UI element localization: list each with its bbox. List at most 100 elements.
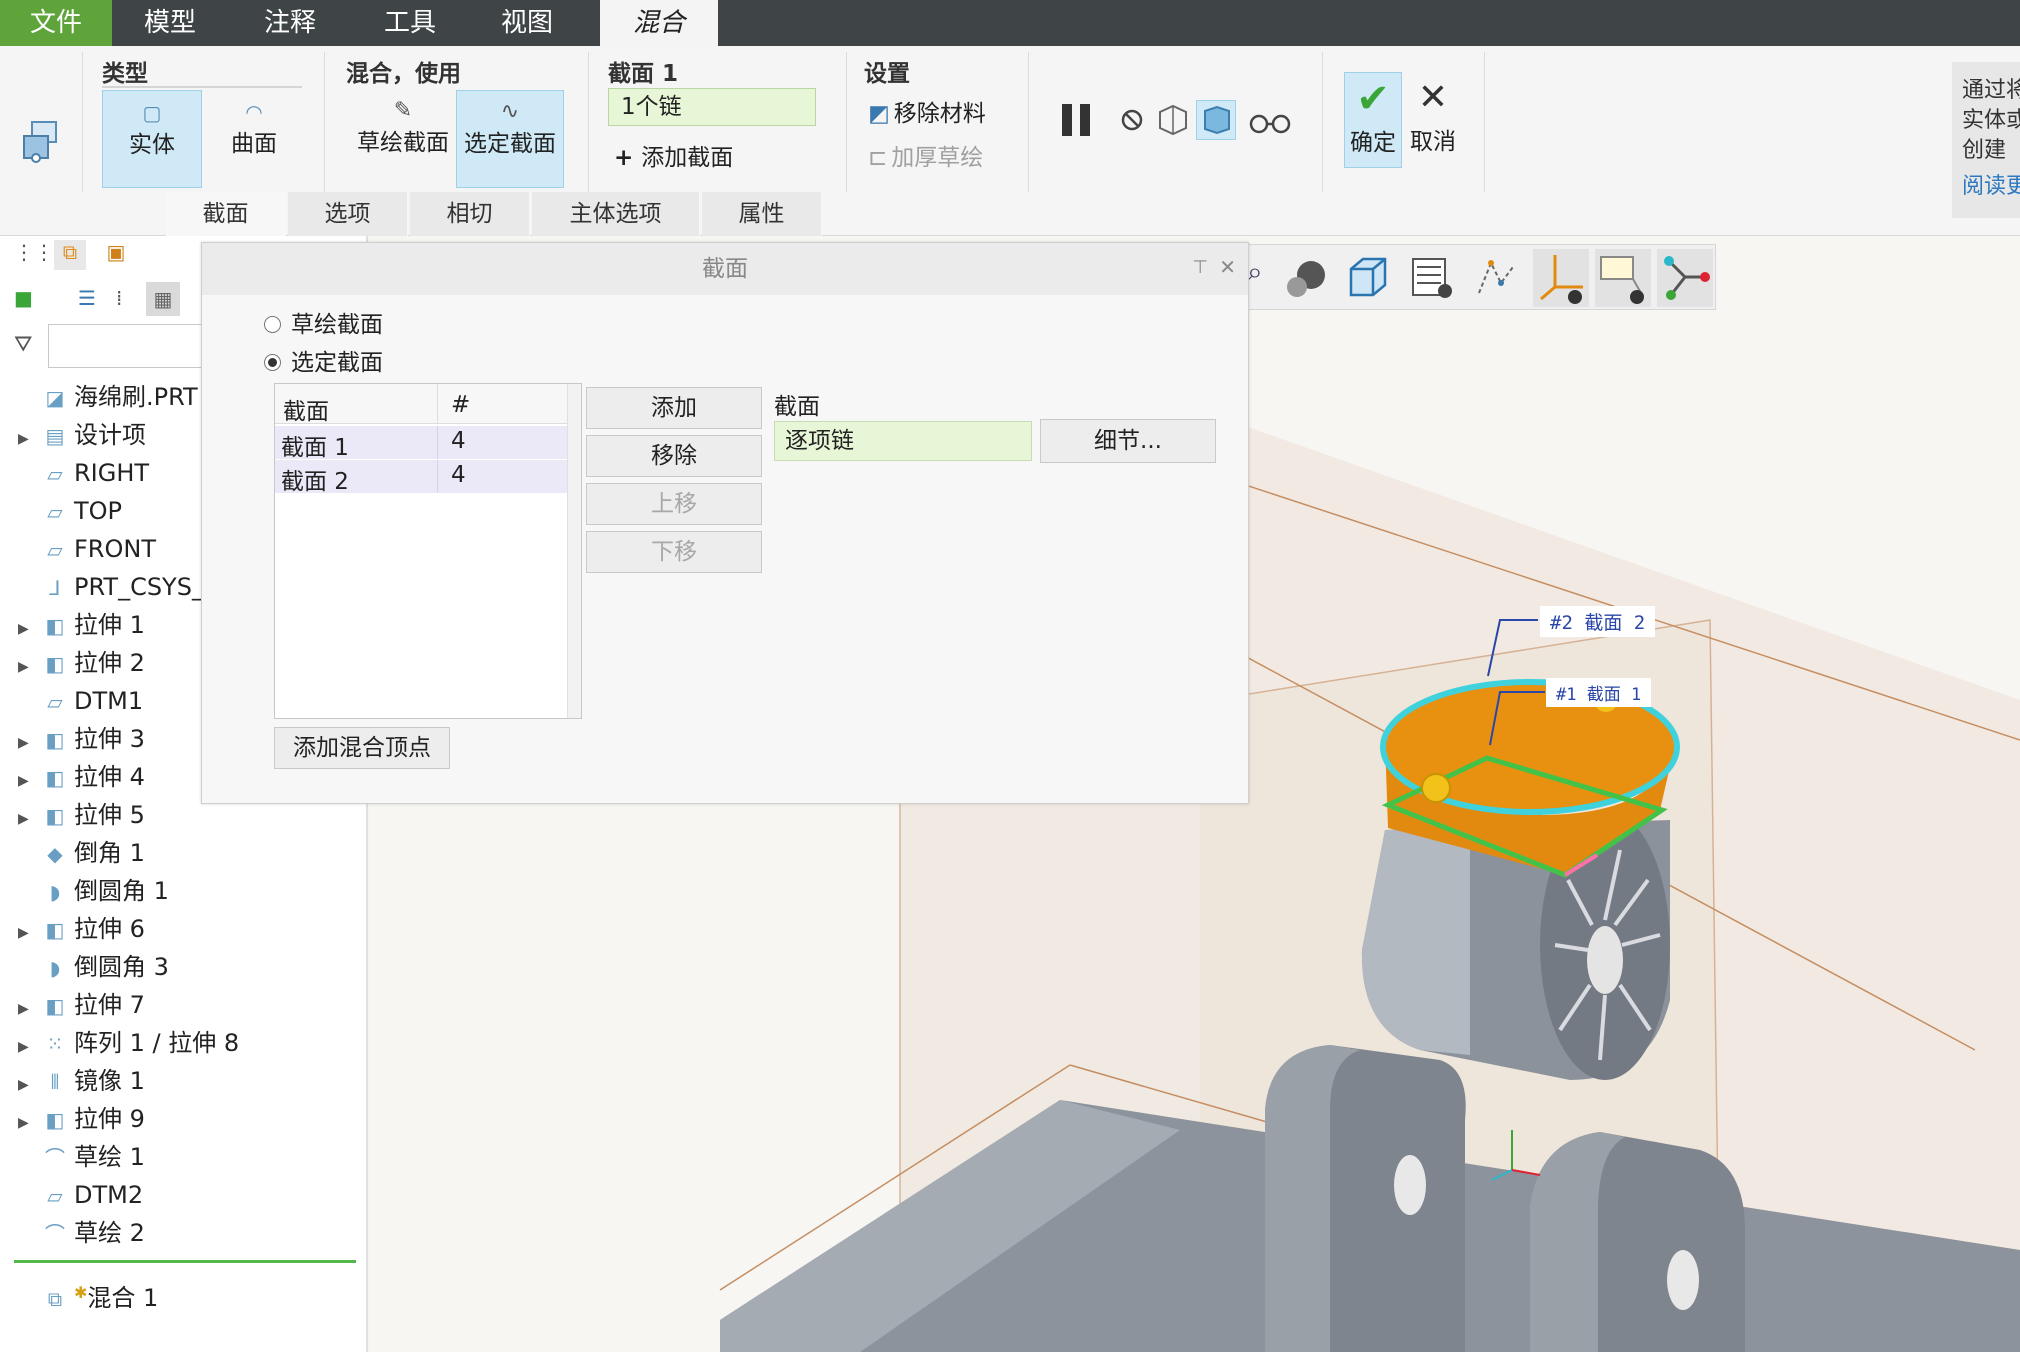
table-row[interactable]: 截面 2 4	[275, 460, 567, 495]
expand-arrow-icon[interactable]: ▶	[18, 420, 40, 458]
part-cube-icon[interactable]: ■	[14, 286, 42, 316]
tree-item[interactable]: ▶ ◧ 拉伸 1	[18, 606, 145, 644]
tree-item[interactable]: ▶ ◧ 拉伸 2	[18, 644, 145, 682]
drag-handle[interactable]	[1421, 773, 1451, 803]
tree-item[interactable]: ▱ RIGHT	[18, 454, 149, 492]
glasses-icon[interactable]	[1248, 108, 1292, 136]
subtab-properties[interactable]: 属性	[702, 192, 822, 236]
tree-item[interactable]: ▶ ⁙ 阵列 1 / 拉伸 8	[18, 1024, 239, 1062]
table-row[interactable]: 截面 1 4	[275, 426, 567, 461]
tree-item[interactable]: ⌒ 草绘 1	[18, 1138, 145, 1176]
expand-arrow-icon[interactable]: ▶	[18, 762, 40, 800]
table-scrollbar[interactable]	[567, 384, 581, 718]
details-button[interactable]: 细节...	[1040, 419, 1216, 463]
selected-sections-radio[interactable]: 选定截面	[264, 343, 383, 377]
expand-arrow-icon[interactable]: ▶	[18, 1104, 40, 1142]
pin-icon[interactable]: ⊤	[1192, 257, 1208, 278]
move-down-button[interactable]: 下移	[586, 531, 762, 573]
solid-button[interactable]: ▢ 实体	[102, 90, 202, 188]
tree-item[interactable]: ▶ ◧ 拉伸 6	[18, 910, 145, 948]
help-read-more-link[interactable]: 阅读更	[1962, 172, 2020, 202]
saved-views-icon[interactable]	[1407, 253, 1457, 303]
subtab-sections[interactable]: 截面	[166, 192, 286, 236]
tree-item[interactable]: ▶ ◧ 拉伸 9	[18, 1100, 145, 1138]
ok-button[interactable]: ✔ 确定	[1344, 72, 1402, 168]
expand-arrow-icon[interactable]: ▶	[18, 648, 40, 686]
expand-arrow-icon[interactable]: ▶	[18, 610, 40, 648]
folder-icon[interactable]: ▣	[100, 240, 132, 270]
view-orient-icon[interactable]	[1343, 253, 1393, 303]
section-2-label[interactable]: #2 截面 2	[1540, 606, 1656, 637]
tree-item[interactable]: ⅃ PRT_CSYS_	[18, 568, 204, 606]
add-section-button[interactable]: + 添加截面	[614, 138, 733, 172]
expand-arrow-icon[interactable]: ▶	[18, 990, 40, 1028]
subtab-options[interactable]: 选项	[288, 192, 408, 236]
tree-search-input[interactable]	[48, 324, 208, 368]
selected-sections-button[interactable]: ∿ 选定截面	[456, 90, 564, 188]
annotation-display-icon[interactable]	[1595, 249, 1651, 307]
sketched-sections-radio[interactable]: 草绘截面	[264, 305, 383, 339]
close-icon[interactable]: ✕	[1219, 255, 1236, 279]
expand-arrow-icon[interactable]: ▶	[18, 1028, 40, 1066]
tree-item[interactable]: ◗ 倒圆角 3	[18, 948, 169, 986]
settings-title: 设置	[864, 61, 910, 87]
tab-annotate[interactable]: 注释	[228, 0, 352, 46]
tree-item[interactable]: ▶ ◧ 拉伸 5	[18, 796, 145, 834]
model-tree-tab-icon[interactable]: ⋮⋮	[14, 240, 54, 270]
add-button[interactable]: 添加	[586, 387, 762, 429]
tab-blend[interactable]: 混合	[600, 0, 718, 46]
thicken-sketch-toggle[interactable]: ⊏ 加厚草绘	[868, 138, 983, 172]
layers-icon[interactable]: ⧉	[54, 240, 86, 270]
remove-material-icon: ◩	[868, 101, 890, 127]
columns-icon[interactable]: ⁞	[116, 286, 144, 316]
section-1-label[interactable]: #1 截面 1	[1546, 678, 1652, 707]
tree-item[interactable]: ▶ ◧ 拉伸 7	[18, 986, 145, 1024]
geometry-preview-icon[interactable]	[1156, 104, 1190, 136]
feature-preview-icon[interactable]	[1196, 100, 1236, 140]
subtab-body-options[interactable]: 主体选项	[532, 192, 700, 236]
subtab-tangency[interactable]: 相切	[410, 192, 530, 236]
datum-display-icon[interactable]	[1471, 253, 1521, 303]
expand-arrow-icon[interactable]: ▶	[18, 800, 40, 838]
tree-item[interactable]: ⌒ 草绘 2	[18, 1214, 145, 1252]
spin-center-icon[interactable]	[1657, 249, 1713, 307]
section-chain-collector[interactable]: 逐项链	[774, 421, 1032, 461]
remove-material-toggle[interactable]: ◩ 移除材料	[868, 94, 986, 128]
zoom-icon[interactable]: ⌕	[1247, 255, 1277, 299]
no-preview-icon[interactable]	[1118, 106, 1146, 134]
tree-item[interactable]: ▱ DTM2	[18, 1176, 143, 1214]
tree-item[interactable]: ▶ ◧ 拉伸 4	[18, 758, 145, 796]
tree-item[interactable]: ▶ ◧ 拉伸 3	[18, 720, 145, 758]
column-header-section[interactable]: 截面	[283, 392, 329, 426]
render-style-icon[interactable]	[1283, 253, 1333, 303]
csys-display-icon[interactable]	[1533, 249, 1589, 307]
tree-item[interactable]: ▶ ▤ 设计项	[18, 416, 146, 454]
expand-arrow-icon[interactable]: ▶	[18, 914, 40, 952]
tab-file[interactable]: 文件	[0, 0, 112, 46]
table-view-icon[interactable]: ▦	[146, 282, 180, 316]
expand-arrow-icon[interactable]: ▶	[18, 724, 40, 762]
tree-list-icon[interactable]: ☰	[78, 286, 106, 316]
expand-arrow-icon[interactable]: ▶	[18, 1066, 40, 1104]
move-up-button[interactable]: 上移	[586, 483, 762, 525]
cancel-button[interactable]: ✕ 取消	[1404, 72, 1462, 168]
tab-view[interactable]: 视图	[468, 0, 586, 46]
add-blend-vertex-button[interactable]: 添加混合顶点	[274, 727, 450, 769]
tree-item[interactable]: ▱ FRONT	[18, 530, 156, 568]
tab-model[interactable]: 模型	[112, 0, 228, 46]
tree-item[interactable]: ▶ ⫴ 镜像 1	[18, 1062, 145, 1100]
surface-button[interactable]: ◠ 曲面	[204, 90, 304, 188]
column-header-count[interactable]: #	[451, 392, 470, 418]
pause-icon[interactable]	[1058, 100, 1098, 140]
remove-button[interactable]: 移除	[586, 435, 762, 477]
sketched-sections-button[interactable]: ✎ 草绘截面	[350, 90, 456, 188]
filter-icon[interactable]: ⛛	[14, 332, 42, 362]
tree-item[interactable]: ◪ 海绵刷.PRT	[18, 378, 198, 416]
tree-item[interactable]: ▱ DTM1	[18, 682, 143, 720]
tab-tools[interactable]: 工具	[352, 0, 468, 46]
chain-collector[interactable]: 1个链	[608, 88, 816, 126]
tree-item[interactable]: ◆ 倒角 1	[18, 834, 145, 872]
tree-item[interactable]: ▱ TOP	[18, 492, 122, 530]
tree-item[interactable]: ◗ 倒圆角 1	[18, 872, 169, 910]
tree-item-active-blend[interactable]: ⧉ ✱混合 1	[18, 1274, 158, 1312]
